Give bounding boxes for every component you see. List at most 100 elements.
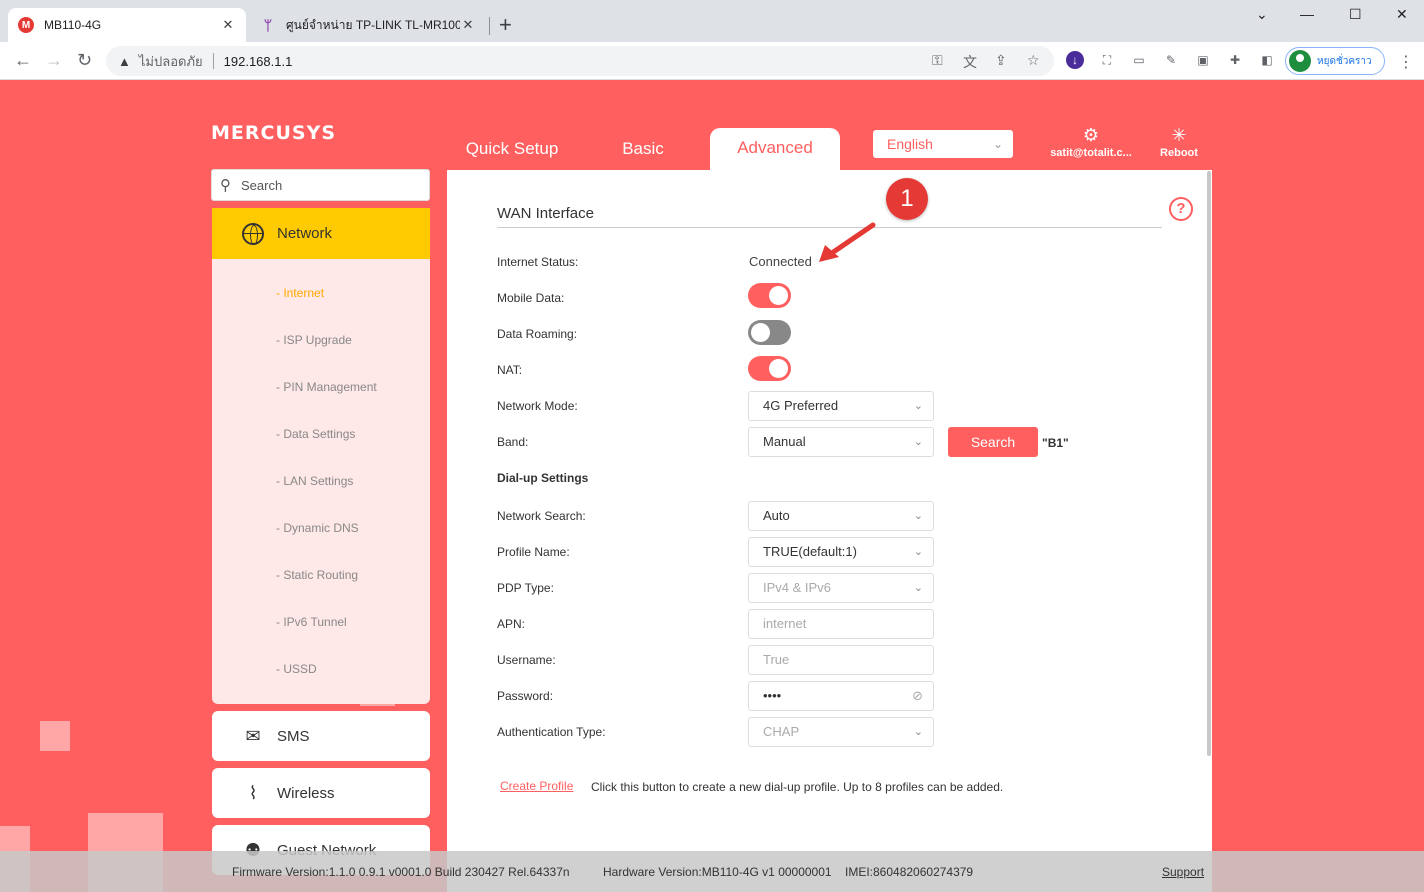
key-icon[interactable]: ⚿ — [932, 52, 943, 69]
tab-title: ศูนย์จำหน่าย TP-LINK TL-MR100 3G — [286, 17, 460, 32]
select-value: TRUE(default:1) — [763, 544, 857, 559]
internet-status-value: Connected — [749, 254, 812, 269]
maximize-button[interactable]: ☐ — [1349, 6, 1362, 23]
sidebar-subitem-ussd[interactable]: - USSD — [276, 662, 317, 676]
network-mode-select[interactable]: 4G Preferred ⌄ — [748, 391, 934, 421]
close-tab-icon[interactable]: ✕ — [460, 17, 476, 33]
apn-label: APN: — [497, 617, 526, 631]
imei-value: IMEI:860482060274379 — [845, 865, 974, 879]
nat-toggle[interactable] — [748, 356, 791, 381]
field-value: True — [763, 652, 790, 667]
user-label: satit@totalit.c... — [1050, 147, 1132, 159]
sidebar-item-label: Wireless — [277, 784, 335, 802]
minimize-button[interactable]: — — [1300, 6, 1314, 22]
user-account-button[interactable]: ⚙ satit@totalit.c... — [1048, 125, 1134, 159]
close-tab-icon[interactable]: ✕ — [220, 17, 236, 33]
sidebar-subitem-lan-settings[interactable]: - LAN Settings — [276, 474, 353, 488]
data-roaming-toggle[interactable] — [748, 320, 791, 345]
apn-field[interactable]: internet — [748, 609, 934, 639]
warning-icon[interactable]: ▲ — [118, 54, 131, 69]
profile-button[interactable]: หยุดชั่วคราว — [1285, 47, 1385, 75]
help-icon[interactable]: ? — [1169, 197, 1193, 221]
sidebar-search-input[interactable]: ⚲ Search — [211, 169, 430, 201]
antenna-favicon-icon: ᛘ — [263, 17, 273, 33]
content-scrollbar[interactable] — [1207, 171, 1211, 756]
tab-search-icon[interactable]: ⌄ — [1256, 6, 1268, 23]
download-icon[interactable]: ↓ — [1066, 51, 1084, 69]
chevron-down-icon: ⌄ — [913, 400, 923, 412]
profile-label: หยุดชั่วคราว — [1317, 55, 1372, 67]
pdp-type-label: PDP Type: — [497, 581, 554, 595]
chevron-down-icon: ⌄ — [913, 726, 923, 738]
sidebar-item-network[interactable]: Network — [212, 208, 430, 259]
auth-type-label: Authentication Type: — [497, 725, 606, 739]
chevron-down-icon: ⌄ — [913, 546, 923, 558]
user-gear-icon: ⚙ — [1082, 125, 1100, 145]
tab-advanced[interactable]: Advanced — [710, 128, 840, 171]
screenshot-icon[interactable]: ⛶ — [1098, 51, 1116, 69]
create-profile-link[interactable]: Create Profile — [500, 779, 573, 793]
tab-basic[interactable]: Basic — [598, 129, 688, 169]
username-field[interactable]: True — [748, 645, 934, 675]
password-field[interactable]: •••• ⊘ — [748, 681, 934, 711]
browser-tab-active[interactable]: M MB110-4G ✕ — [8, 8, 246, 42]
browser-tab-inactive[interactable]: ᛘ ศูนย์จำหน่าย TP-LINK TL-MR100 3G ✕ — [250, 8, 486, 42]
address-bar[interactable]: ▲ ไม่ปลอดภัย 192.168.1.1 — [106, 46, 1054, 76]
security-label[interactable]: ไม่ปลอดภัย — [139, 51, 203, 72]
close-window-button[interactable]: ✕ — [1396, 6, 1408, 23]
browser-menu-icon[interactable]: ⋮ — [1398, 52, 1414, 72]
network-search-select[interactable]: Auto ⌄ — [748, 501, 934, 531]
mercusys-logo: MERCUSYS — [211, 122, 337, 144]
forward-icon[interactable]: → — [45, 50, 63, 70]
sidebar-subitem-data-settings[interactable]: - Data Settings — [276, 427, 355, 441]
translate-icon[interactable]: 文 — [963, 52, 977, 72]
new-tab-button[interactable]: + — [499, 13, 512, 37]
footer-bar: Firmware Version:1.1.0 0.9.1 v0001.0 Bui… — [0, 851, 1424, 892]
support-link[interactable]: Support — [1162, 865, 1204, 879]
sidebar-subitem-dynamic-dns[interactable]: - Dynamic DNS — [276, 521, 359, 535]
eye-slash-icon[interactable]: ⊘ — [912, 682, 923, 710]
sidebar-subitem-isp-upgrade[interactable]: - ISP Upgrade — [276, 333, 352, 347]
share-icon[interactable]: ⇪ — [995, 52, 1007, 69]
firmware-version: Firmware Version:1.1.0 0.9.1 v0001.0 Bui… — [232, 865, 570, 879]
capture-icon[interactable]: ▣ — [1194, 51, 1212, 69]
language-select[interactable]: English ⌄ — [873, 130, 1013, 158]
reload-icon[interactable]: ↻ — [77, 50, 92, 70]
reboot-button[interactable]: ✳ Reboot — [1156, 125, 1202, 159]
create-profile-note: Click this button to create a new dial-u… — [591, 780, 1004, 794]
edit-icon[interactable]: ✎ — [1162, 51, 1180, 69]
puzzle-icon[interactable]: ✚ — [1226, 51, 1244, 69]
search-icon: ⚲ — [220, 177, 231, 194]
sidebar-item-wireless[interactable]: ⌇ Wireless — [212, 768, 430, 818]
sidebar-subitem-internet[interactable]: - Internet — [276, 286, 324, 300]
dialup-settings-heading: Dial-up Settings — [497, 471, 589, 485]
select-value: 4G Preferred — [763, 398, 839, 413]
tab-divider — [489, 17, 490, 35]
profile-name-label: Profile Name: — [497, 545, 570, 559]
chevron-down-icon: ⌄ — [913, 436, 923, 448]
select-value: CHAP — [763, 724, 800, 739]
sidebar-subitem-ipv6-tunnel[interactable]: - IPv6 Tunnel — [276, 615, 347, 629]
bookmark-star-icon[interactable]: ☆ — [1027, 52, 1040, 69]
field-value: •••• — [763, 688, 782, 703]
sidebar-item-sms[interactable]: ✉ SMS — [212, 711, 430, 761]
sidebar-subitem-pin-management[interactable]: - PIN Management — [276, 380, 377, 394]
band-select[interactable]: Manual ⌄ — [748, 427, 934, 457]
field-value: internet — [763, 616, 807, 631]
profile-name-select[interactable]: TRUE(default:1) ⌄ — [748, 537, 934, 567]
cast-icon[interactable]: ▭ — [1130, 51, 1148, 69]
back-icon[interactable]: ← — [14, 50, 32, 70]
pdp-type-select[interactable]: IPv4 & IPv6 ⌄ — [748, 573, 934, 603]
sidebar-network-group: Network - Internet - ISP Upgrade - PIN M… — [212, 208, 430, 704]
sidebar-subitem-static-routing[interactable]: - Static Routing — [276, 568, 358, 582]
network-mode-label: Network Mode: — [497, 399, 578, 413]
tab-quick-setup[interactable]: Quick Setup — [455, 129, 569, 169]
mobile-data-toggle[interactable] — [748, 283, 791, 308]
band-search-button[interactable]: Search — [948, 427, 1038, 457]
auth-type-select[interactable]: CHAP ⌄ — [748, 717, 934, 747]
url-text[interactable]: 192.168.1.1 — [224, 54, 293, 69]
search-placeholder: Search — [241, 177, 283, 193]
password-label: Password: — [497, 689, 554, 703]
username-label: Username: — [497, 653, 556, 667]
sidepanel-icon[interactable]: ◧ — [1258, 51, 1276, 69]
